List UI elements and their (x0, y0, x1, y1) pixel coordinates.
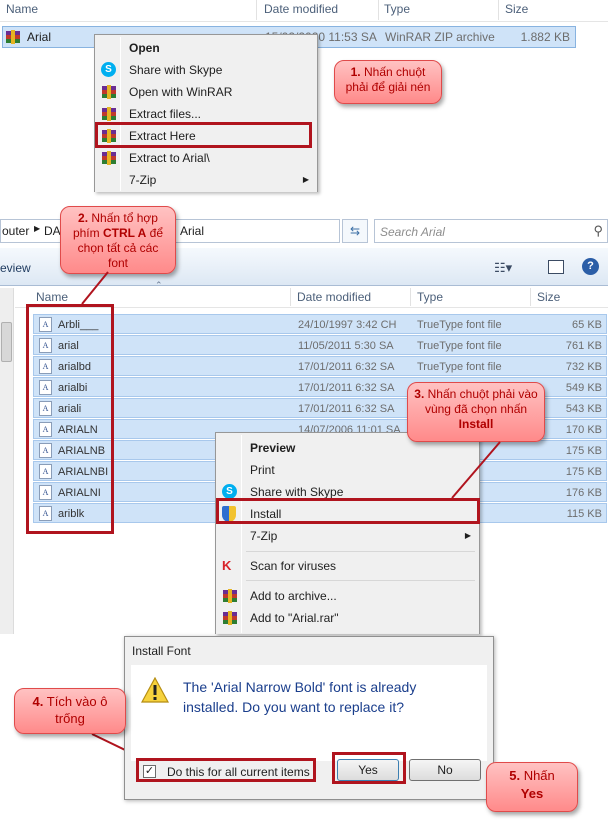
dialog-message: The 'Arial Narrow Bold' font is already … (183, 679, 417, 715)
warning-icon (141, 677, 169, 703)
no-button[interactable]: No (409, 759, 481, 781)
highlight-yes-button (332, 752, 406, 784)
callout-step-5: 5. Nhấn Yes (486, 762, 578, 812)
dialog-title: Install Font (132, 644, 191, 658)
callout-step-4: 4. Tích vào ô trống (14, 688, 126, 734)
highlight-checkbox (136, 758, 316, 782)
